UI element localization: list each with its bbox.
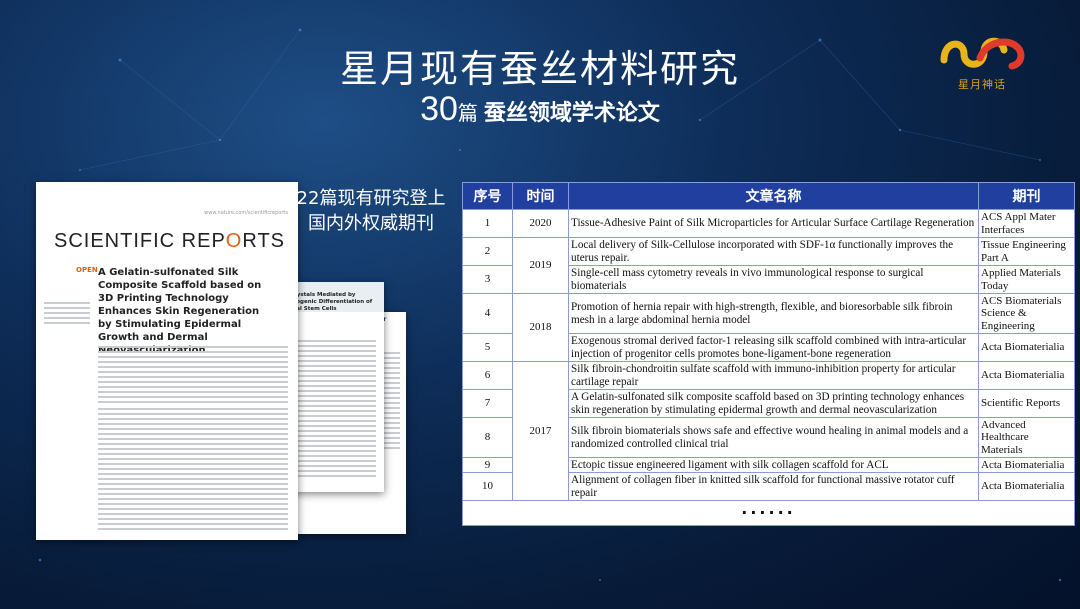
row-index: 4 (462, 293, 513, 334)
header-journal: 期刊 (978, 182, 1075, 210)
row-index: 3 (462, 265, 513, 294)
page-subtitle: 30篇 蚕丝领域学术论文 (0, 90, 1080, 129)
brand-o: O (225, 230, 243, 252)
table-row: 2 2019 Local delivery of Silk-Cellulose … (462, 237, 1075, 294)
row-title: Silk fibroin-chondroitin sulfate scaffol… (568, 361, 979, 390)
header-title: 文章名称 (568, 182, 979, 210)
row-year: 2019 (512, 237, 569, 294)
row-journal: Applied Materials Today (978, 265, 1075, 294)
row-year: 2017 (512, 361, 569, 501)
journal-url: www.nature.com/scientificreports (204, 210, 288, 216)
paper-middle-heading: Crystals Mediated by ...ogenic Different… (290, 292, 373, 312)
row-title: Promotion of hernia repair with high-str… (568, 293, 979, 334)
row-index: 2 (462, 237, 513, 266)
row-index: 10 (462, 472, 513, 501)
logo-text: 星月神话 (958, 78, 1006, 91)
publication-table: 序号 时间 文章名称 期刊 1 2020 Tissue-Adhesive Pai… (462, 182, 1075, 538)
paper-front-meta (44, 302, 90, 327)
paper-front-title: A Gelatin-sulfonated Silk Composite Scaf… (98, 267, 262, 356)
row-title: Alignment of collagen fiber in knitted s… (568, 472, 979, 501)
row-title: Single-cell mass cytometry reveals in vi… (568, 265, 979, 294)
table-more-row: ······ (462, 500, 1075, 526)
caption-line-2: 国内外权威期刊 (308, 213, 434, 234)
row-index: 8 (462, 417, 513, 458)
row-journal: Acta Biomaterialia (978, 457, 1075, 473)
logo-mark-icon (940, 37, 1025, 70)
caption-line-1: 22篇现有研究登上 (296, 188, 446, 209)
papers-table: 序号 时间 文章名称 期刊 1 2020 Tissue-Adhesive Pai… (462, 182, 1075, 526)
paper-middle-text (292, 340, 376, 480)
row-journal: ACS Appl Mater Interfaces (978, 209, 1075, 238)
more-indicator: ······ (462, 500, 1075, 526)
paper-front-abstract (98, 346, 288, 406)
table-row: 1 2020 Tissue-Adhesive Paint of Silk Mic… (462, 209, 1075, 238)
row-title: A Gelatin-sulfonated silk composite scaf… (568, 389, 979, 418)
table-row: 6 2017 Silk fibroin-chondroitin sulfate … (462, 361, 1075, 501)
row-journal: Scientific Reports (978, 389, 1075, 418)
row-year: 2018 (512, 293, 569, 362)
publication-caption: 22篇现有研究登上 国内外权威期刊 (286, 186, 456, 236)
open-access-label: OPEN (76, 266, 98, 274)
paper-count: 30 (420, 90, 458, 128)
brand-logo: 星月神话 (936, 30, 1028, 96)
journal-brand: SCIENTIFIC REPORTS (54, 230, 285, 253)
table-row: 4 2018 Promotion of hernia repair with h… (462, 293, 1075, 362)
paper-front-body (98, 408, 288, 533)
row-journal: Acta Biomaterialia (978, 361, 1075, 390)
page-title: 星月现有蚕丝材料研究 (339, 47, 740, 91)
brand-right: RTS (242, 230, 285, 252)
header-year: 时间 (512, 182, 569, 210)
row-title: Silk fibroin biomaterials shows safe and… (568, 417, 979, 458)
row-journal: Acta Biomaterialia (978, 333, 1075, 362)
row-title: Tissue-Adhesive Paint of Silk Microparti… (568, 209, 979, 238)
row-year: 2020 (512, 209, 569, 238)
brand-left: SCIENTIFIC REP (54, 230, 226, 252)
header-index: 序号 (462, 182, 513, 210)
row-journal: ACS Biomaterials Science & Engineering (978, 293, 1075, 334)
row-index: 9 (462, 457, 513, 473)
row-title: Ectopic tissue engineered ligament with … (568, 457, 979, 473)
paper-count-unit: 篇 (457, 101, 478, 125)
row-title: Local delivery of Silk-Cellulose incorpo… (568, 237, 979, 266)
row-title: Exogenous stromal derived factor-1 relea… (568, 333, 979, 362)
subtitle-text: 蚕丝领域学术论文 (483, 101, 660, 126)
paper-preview-front: www.nature.com/scientificreports SCIENTI… (36, 182, 298, 540)
row-index: 1 (462, 209, 513, 238)
row-index: 7 (462, 389, 513, 418)
row-index: 5 (462, 333, 513, 362)
table-header-row: 序号 时间 文章名称 期刊 (462, 182, 1075, 210)
row-journal: Advanced Healthcare Materials (978, 417, 1075, 458)
row-journal: Acta Biomaterialia (978, 472, 1075, 501)
row-journal: Tissue Engineering Part A (978, 237, 1075, 266)
row-index: 6 (462, 361, 513, 390)
